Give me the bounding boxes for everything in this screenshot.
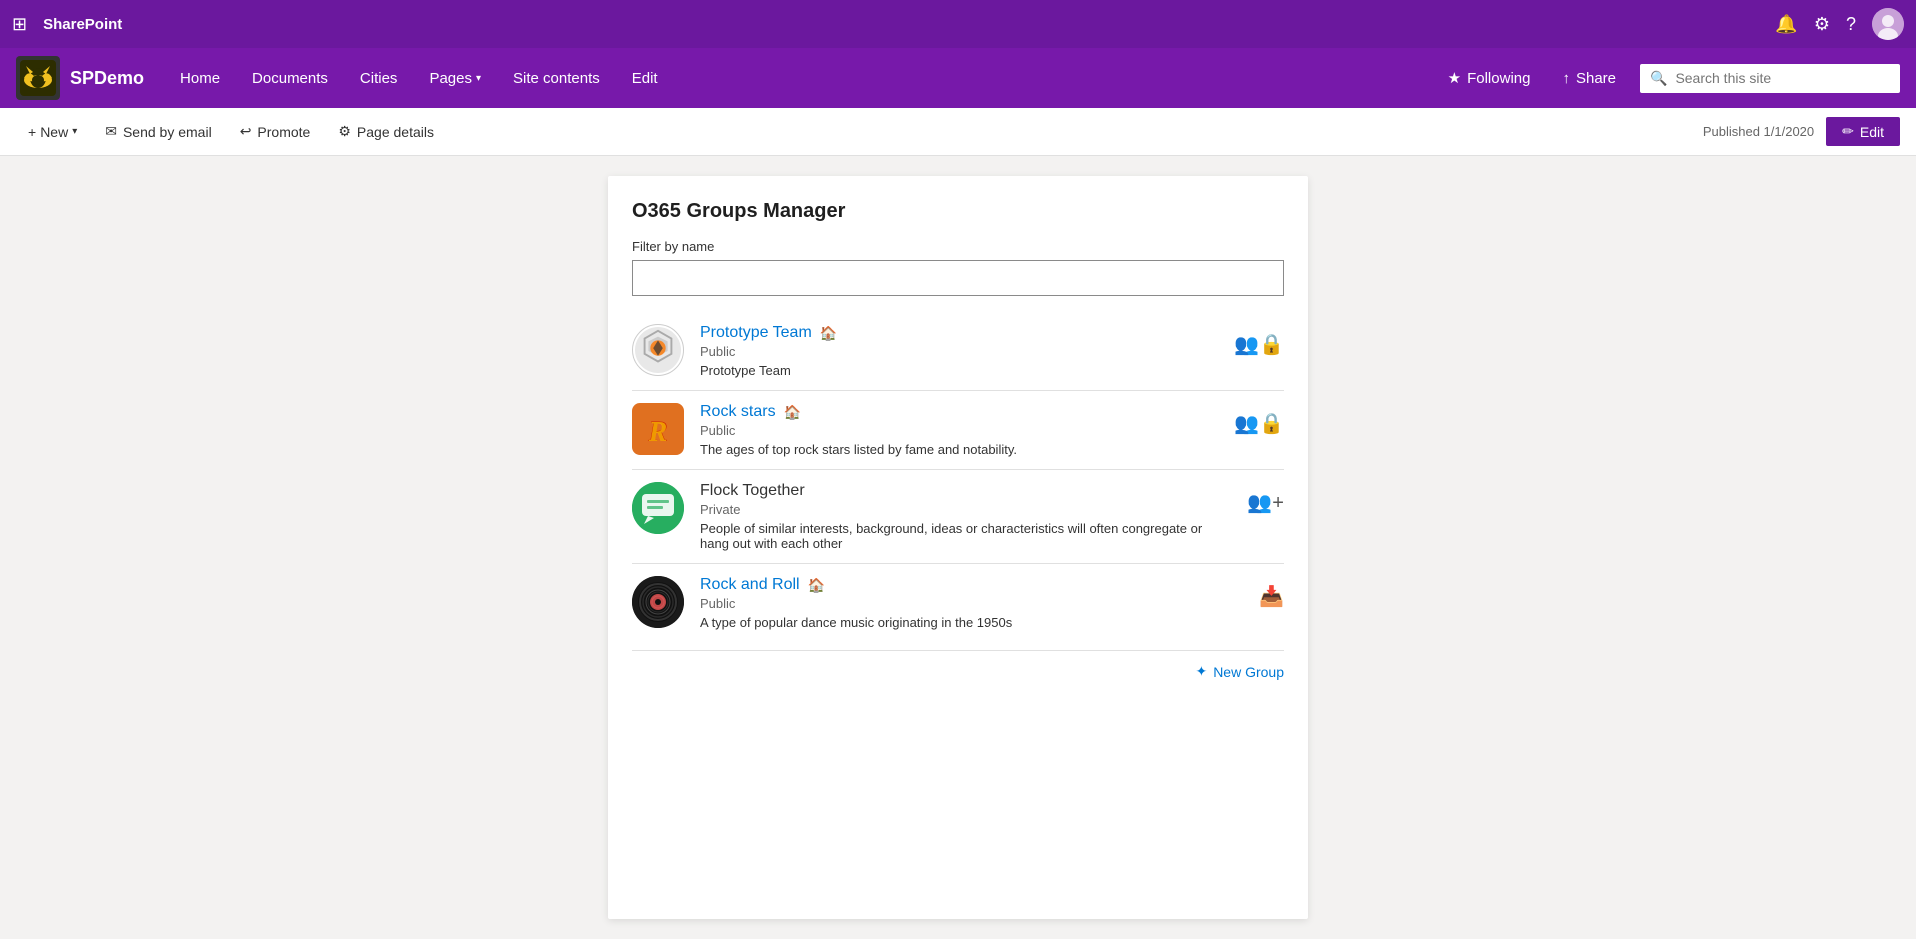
download-icon: 📥 [1259, 584, 1284, 609]
group-avatar-rocknroll [632, 576, 684, 628]
members-add-icon: 👥+ [1247, 490, 1284, 515]
edit-icon: ✏ [1842, 123, 1854, 140]
group-action[interactable]: 👥🔒 [1234, 324, 1284, 357]
page-details-button[interactable]: ⚙ Page details [326, 114, 446, 150]
group-desc: The ages of top rock stars listed by fam… [700, 442, 1218, 457]
app-title: SharePoint [43, 16, 122, 33]
star-icon: ★ [1448, 69, 1461, 87]
email-icon: ✉ [105, 123, 117, 140]
toolbar: + New ▾ ✉ Send by email ↩ Promote ⚙ Page… [0, 108, 1916, 156]
send-email-button[interactable]: ✉ Send by email [93, 114, 223, 150]
group-action[interactable]: 👥+ [1247, 482, 1284, 515]
group-action[interactable]: 👥🔒 [1234, 403, 1284, 436]
group-info: Rock and Roll 🏠 Public A type of popular… [700, 576, 1243, 630]
group-avatar-rockstars: R R [632, 403, 684, 455]
group-desc: A type of popular dance music originatin… [700, 615, 1243, 630]
search-input[interactable] [1675, 70, 1890, 86]
nav-pages[interactable]: Pages ▾ [413, 48, 497, 108]
group-desc: People of similar interests, background,… [700, 521, 1231, 551]
group-action[interactable]: 📥 [1259, 576, 1284, 609]
group-name-row: Flock Together [700, 482, 1231, 500]
nav-edit[interactable]: Edit [616, 48, 674, 108]
promote-icon: ↩ [240, 123, 252, 140]
site-logo[interactable] [16, 56, 60, 100]
group-privacy: Public [700, 596, 1243, 611]
panel-footer: ✦ New Group [632, 650, 1284, 680]
site-nav: SPDemo Home Documents Cities Pages ▾ Sit… [0, 48, 1916, 108]
nav-documents[interactable]: Documents [236, 48, 344, 108]
help-icon[interactable]: ? [1846, 14, 1856, 35]
search-box: 🔍 [1640, 64, 1900, 93]
search-icon: 🔍 [1650, 70, 1667, 87]
top-bar: ⊞ SharePoint 🔔 ⚙ ? [0, 0, 1916, 48]
site-name: SPDemo [70, 68, 144, 89]
notification-icon[interactable]: 🔔 [1775, 14, 1797, 35]
group-name-row: Rock stars 🏠 [700, 403, 1218, 421]
settings-icon[interactable]: ⚙ [1814, 14, 1830, 35]
group-item: Flock Together Private People of similar… [632, 470, 1284, 564]
share-button[interactable]: ↑ Share [1546, 48, 1632, 108]
groups-panel: O365 Groups Manager Filter by name [608, 176, 1308, 919]
group-name-link[interactable]: Rock stars [700, 403, 776, 421]
group-name-row: Rock and Roll 🏠 [700, 576, 1243, 594]
group-info: Flock Together Private People of similar… [700, 482, 1231, 551]
nav-home[interactable]: Home [164, 48, 236, 108]
chevron-down-icon: ▾ [476, 73, 481, 84]
filter-label: Filter by name [632, 239, 1284, 254]
avatar[interactable] [1872, 8, 1904, 40]
group-privacy: Private [700, 502, 1231, 517]
chevron-down-icon: ▾ [72, 126, 77, 137]
group-avatar-flock [632, 482, 684, 534]
new-group-button[interactable]: ✦ New Group [1195, 663, 1284, 680]
group-info: Prototype Team 🏠 Public Prototype Team [700, 324, 1218, 378]
site-nav-right: ★ Following ↑ Share 🔍 [1432, 48, 1900, 108]
site-nav-links: Home Documents Cities Pages ▾ Site conte… [164, 48, 1432, 108]
group-privacy: Public [700, 344, 1218, 359]
members-icon: 👥🔒 [1234, 411, 1284, 436]
page-details-icon: ⚙ [338, 123, 351, 140]
group-name-link[interactable]: Rock and Roll [700, 576, 800, 594]
group-avatar-prototype [632, 324, 684, 376]
waffle-icon[interactable]: ⊞ [12, 14, 27, 35]
top-bar-icons: 🔔 ⚙ ? [1775, 8, 1904, 40]
group-item: R R Rock stars 🏠 Public The ages of top … [632, 391, 1284, 470]
new-group-icon: ✦ [1195, 663, 1207, 680]
teams-icon: 🏠 [784, 404, 801, 421]
teams-icon: 🏠 [820, 325, 837, 342]
published-info: Published 1/1/2020 [1703, 124, 1814, 139]
share-icon: ↑ [1562, 70, 1570, 87]
members-icon: 👥🔒 [1234, 332, 1284, 357]
group-name-link[interactable]: Prototype Team [700, 324, 812, 342]
plus-icon: + [28, 124, 36, 140]
main-content: O365 Groups Manager Filter by name [0, 156, 1916, 939]
promote-button[interactable]: ↩ Promote [228, 114, 323, 150]
group-item: Rock and Roll 🏠 Public A type of popular… [632, 564, 1284, 642]
toolbar-right: Published 1/1/2020 ✏ Edit [1703, 117, 1900, 146]
svg-text:R: R [648, 417, 668, 448]
nav-site-contents[interactable]: Site contents [497, 48, 616, 108]
group-name: Flock Together [700, 482, 805, 500]
filter-input[interactable] [632, 260, 1284, 296]
new-button[interactable]: + New ▾ [16, 114, 89, 150]
panel-title: O365 Groups Manager [632, 200, 1284, 223]
group-item: Prototype Team 🏠 Public Prototype Team 👥… [632, 312, 1284, 391]
group-desc: Prototype Team [700, 363, 1218, 378]
nav-cities[interactable]: Cities [344, 48, 414, 108]
group-info: Rock stars 🏠 Public The ages of top rock… [700, 403, 1218, 457]
edit-button[interactable]: ✏ Edit [1826, 117, 1900, 146]
group-name-row: Prototype Team 🏠 [700, 324, 1218, 342]
following-button[interactable]: ★ Following [1432, 48, 1547, 108]
teams-icon: 🏠 [808, 577, 825, 594]
groups-list: Prototype Team 🏠 Public Prototype Team 👥… [608, 312, 1308, 642]
group-privacy: Public [700, 423, 1218, 438]
